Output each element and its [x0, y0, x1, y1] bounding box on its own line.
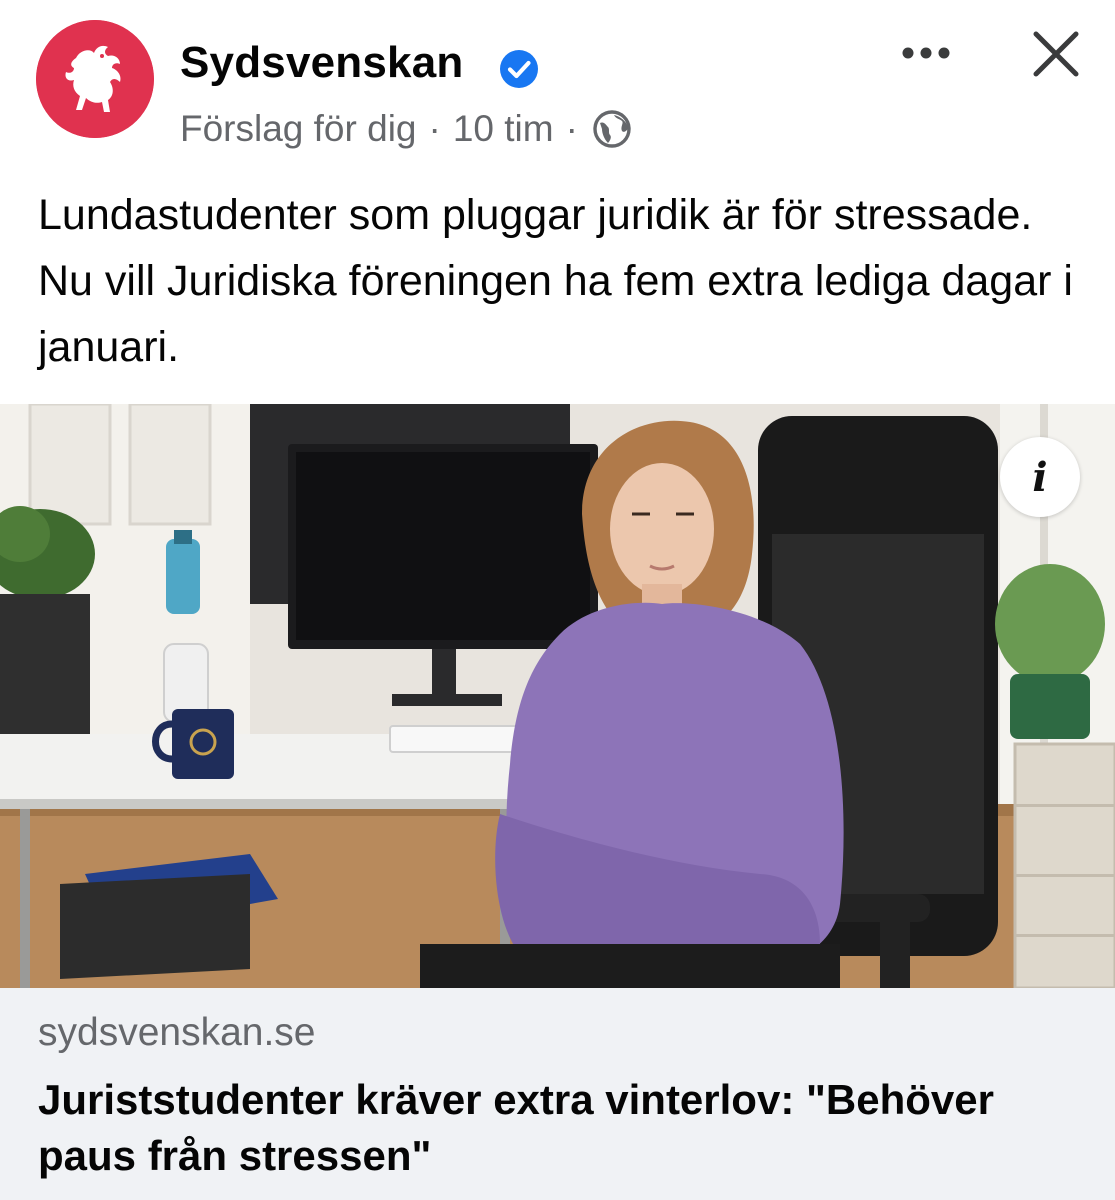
page-name[interactable]: Sydsvenskan — [180, 36, 463, 90]
meta-separator: · — [565, 108, 578, 149]
verified-badge-icon — [500, 50, 538, 88]
post-text: Lundastudenter som pluggar juridik är fö… — [38, 191, 1073, 371]
image-info-button[interactable]: i — [1000, 437, 1080, 517]
article-photo — [0, 404, 1115, 988]
more-options-icon[interactable] — [900, 38, 952, 68]
link-preview-card[interactable]: sydsvenskan.se Juriststudenter kräver ex… — [0, 988, 1115, 1200]
link-domain: sydsvenskan.se — [38, 1011, 316, 1054]
post-timestamp[interactable]: 10 tim — [453, 106, 554, 152]
meta-separator: · — [428, 108, 441, 149]
suggestion-label: Förslag för dig — [180, 108, 417, 149]
post-header: Sydsvenskan Förslag för dig · 10 tim · — [0, 0, 1115, 170]
page-avatar[interactable] — [36, 20, 154, 138]
griffin-logo-icon — [36, 20, 154, 138]
globe-icon[interactable] — [592, 109, 632, 149]
post-image[interactable] — [0, 404, 1115, 988]
close-icon[interactable] — [1026, 24, 1086, 84]
post-meta: Förslag för dig · 10 tim · — [180, 106, 632, 152]
link-title[interactable]: Juriststudenter kräver extra vinterlov: … — [38, 1072, 1088, 1184]
